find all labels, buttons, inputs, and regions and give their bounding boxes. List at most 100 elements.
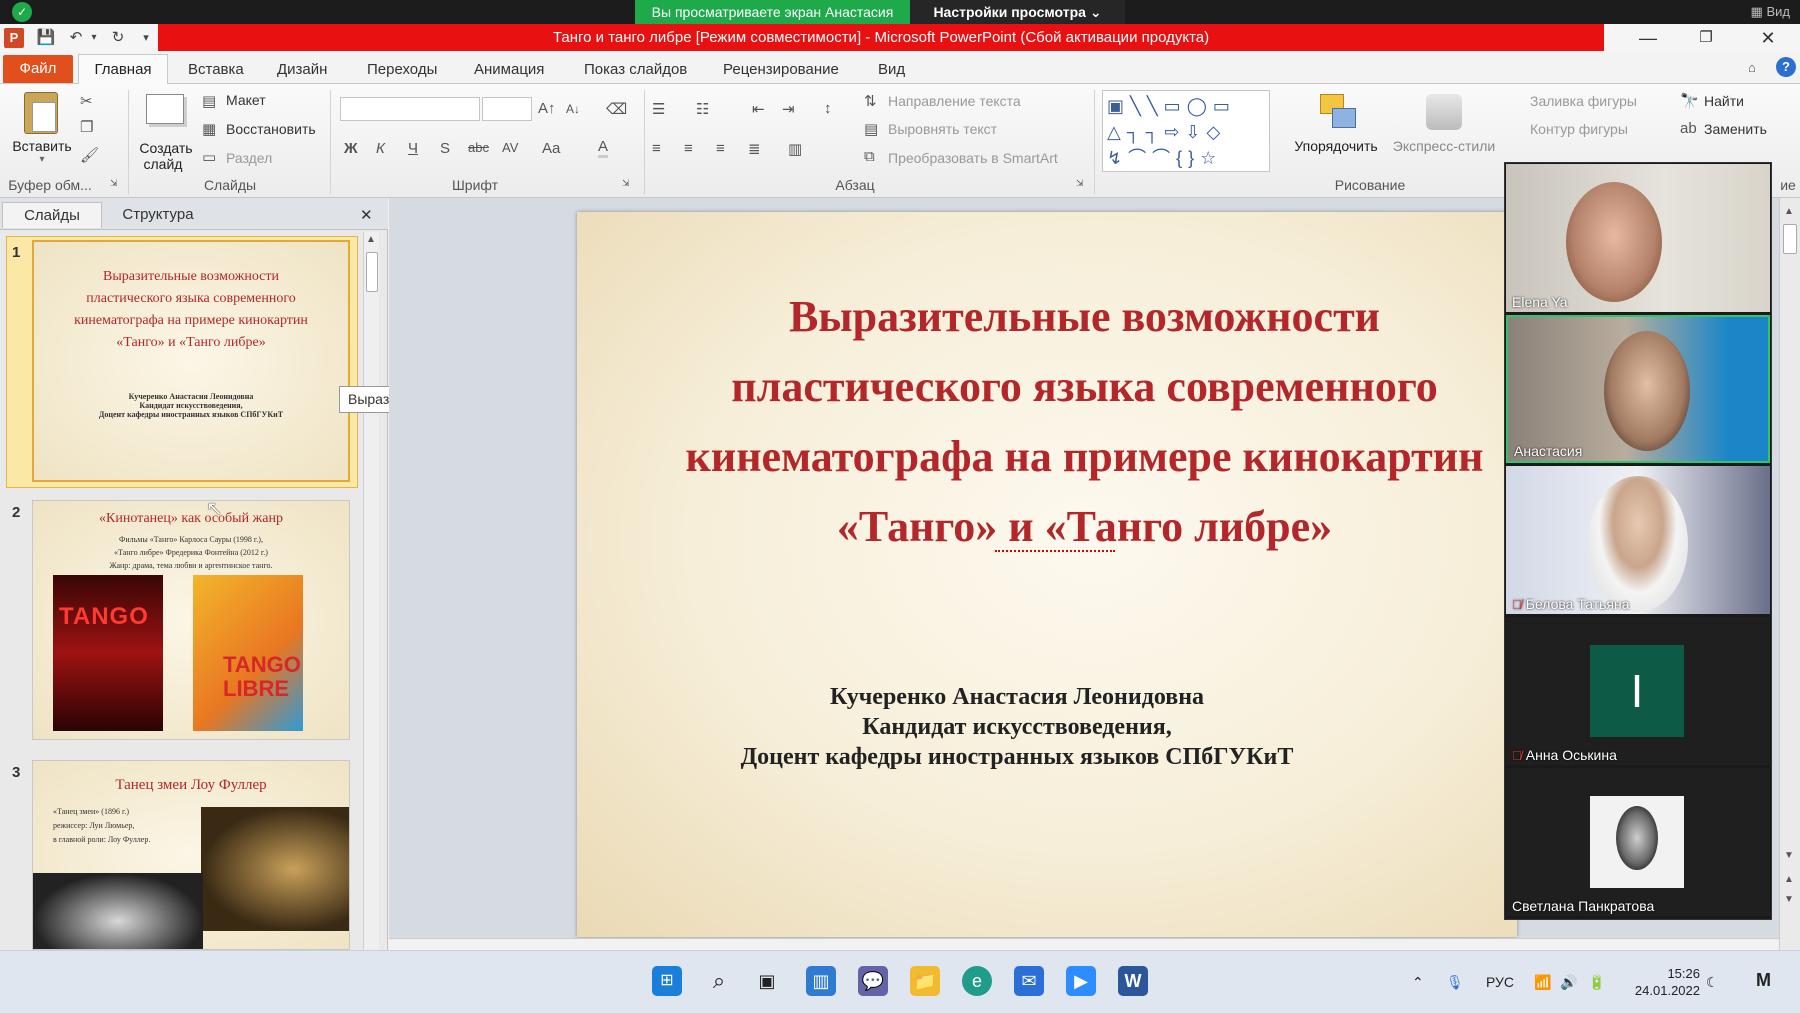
new-slide-button[interactable]: Создать слайд — [134, 88, 198, 174]
close-icon[interactable]: ✕ — [1748, 26, 1788, 50]
undo-icon[interactable]: ↶ — [66, 28, 86, 48]
font-name-combo[interactable] — [340, 97, 480, 121]
view-options-button[interactable]: Настройки просмотра ⌄ — [910, 0, 1125, 24]
strikethrough-button[interactable]: abc — [468, 140, 489, 155]
slide-thumbnail-3[interactable]: Танец змеи Лоу Фуллер «Танец змеи» (1896… — [32, 760, 350, 950]
decrease-indent-icon[interactable]: ⇤ — [752, 100, 765, 118]
volume-icon[interactable]: 🔊 — [1560, 974, 1577, 991]
grow-font-icon[interactable]: A↑ — [538, 100, 556, 117]
increase-indent-icon[interactable]: ⇥ — [782, 100, 795, 118]
bullets-icon[interactable]: ☰ — [652, 100, 665, 118]
participant-tile[interactable]: 🎙̸ Белова Татьяна — [1506, 466, 1770, 614]
change-case-button[interactable]: Aa — [542, 140, 560, 157]
shrink-font-icon[interactable]: A↓ — [566, 102, 580, 116]
scroll-up-icon[interactable]: ▲ — [1784, 206, 1794, 217]
tab-insert[interactable]: Вставка — [188, 58, 244, 82]
editor-vertical-scrollbar[interactable]: ▲ ▼ ▲ ▼ — [1779, 198, 1800, 950]
wifi-icon[interactable]: 📶 — [1534, 974, 1551, 991]
copy-icon[interactable]: ❐ — [80, 118, 93, 136]
zoom-view-button[interactable]: ▦ Вид — [1751, 2, 1790, 22]
pane-close-icon[interactable]: ✕ — [360, 206, 373, 224]
align-left-icon[interactable]: ≡ — [652, 140, 661, 157]
slide-canvas[interactable]: Выразительные возможности пластического … — [577, 212, 1517, 937]
tab-file[interactable]: Файл — [3, 55, 73, 83]
tab-design[interactable]: Дизайн — [277, 58, 327, 82]
slide-thumbnail-2[interactable]: «Кинотанец» как особый жанр Фильмы «Танг… — [32, 500, 350, 740]
word-icon[interactable]: W — [1118, 966, 1148, 996]
participant-tile[interactable]: Светлана Панкратова — [1506, 768, 1770, 916]
customize-quick-access-icon[interactable]: ▾ — [136, 28, 156, 48]
format-painter-icon[interactable]: 🖌 — [80, 146, 99, 164]
input-language[interactable]: РУС — [1486, 974, 1514, 990]
align-text-button[interactable]: Выровнять текст — [888, 121, 997, 137]
tab-transitions[interactable]: Переходы — [367, 58, 437, 82]
restore-icon[interactable]: ❐ — [1686, 26, 1726, 50]
quick-styles-button[interactable]: Экспресс-стили — [1386, 88, 1502, 174]
dialog-launcher-icon[interactable]: ⇲ — [110, 178, 118, 189]
scroll-up-icon[interactable]: ▲ — [366, 234, 376, 245]
slide-author-block[interactable]: Кучеренко Анастасия Леонидовна Кандидат … — [667, 682, 1367, 772]
help-icon[interactable]: ? — [1776, 57, 1796, 77]
line-spacing-icon[interactable]: ↕ — [824, 100, 832, 117]
scroll-thumb[interactable] — [1783, 224, 1797, 254]
undo-dropdown-icon[interactable]: ▾ — [84, 28, 104, 48]
smartart-button[interactable]: Преобразовать в SmartArt — [888, 150, 1058, 166]
clock[interactable]: 15:26 24.01.2022 — [1620, 965, 1700, 999]
participant-tile[interactable]: I 🎙̸ Анна Оськина — [1506, 617, 1770, 765]
shape-outline-button[interactable]: Контур фигуры — [1530, 121, 1628, 137]
tab-outline[interactable]: Структура — [106, 202, 210, 228]
find-button[interactable]: Найти — [1704, 93, 1744, 109]
dialog-launcher-icon[interactable]: ⇲ — [1076, 178, 1084, 189]
tab-animation[interactable]: Анимация — [474, 58, 544, 82]
battery-icon[interactable]: 🔋 — [1588, 974, 1605, 991]
zoom-icon[interactable]: ▶ — [1066, 966, 1096, 996]
reset-button[interactable]: Восстановить — [226, 121, 316, 137]
layout-button[interactable]: Макет — [226, 92, 266, 108]
columns-icon[interactable]: ▥ — [788, 140, 802, 158]
minimize-icon[interactable]: — — [1628, 26, 1668, 50]
minimize-ribbon-icon[interactable]: ⌂ — [1748, 60, 1756, 75]
pane-scrollbar[interactable]: ▲ — [363, 232, 379, 950]
numbering-icon[interactable]: ☷ — [696, 100, 709, 118]
shape-fill-button[interactable]: Заливка фигуры — [1530, 93, 1637, 109]
tab-review[interactable]: Рецензирование — [723, 58, 839, 82]
cut-icon[interactable]: ✂ — [80, 92, 93, 110]
justify-icon[interactable]: ≣ — [748, 140, 761, 158]
font-size-combo[interactable] — [482, 97, 532, 121]
microphone-icon[interactable]: 🎙 — [1446, 974, 1464, 991]
scroll-thumb[interactable] — [366, 252, 378, 292]
shapes-gallery[interactable]: ▣╲╲▭◯▭ △┐┐⇨⇩◇ ↯⌒⌒{}☆ — [1102, 90, 1270, 172]
section-button[interactable]: Раздел — [226, 150, 272, 166]
start-icon[interactable]: ⊞ — [652, 966, 682, 996]
next-slide-icon[interactable]: ▼ — [1784, 894, 1794, 905]
file-explorer-icon[interactable]: 📁 — [910, 966, 940, 996]
underline-button[interactable]: Ч — [408, 140, 418, 157]
redo-icon[interactable]: ↻ — [108, 28, 128, 48]
clear-formatting-icon[interactable]: ⌫ — [606, 100, 627, 118]
focus-assist-icon[interactable]: ☾ — [1706, 974, 1719, 991]
tab-home[interactable]: Главная — [78, 54, 168, 85]
search-icon[interactable]: ⌕ — [704, 966, 734, 996]
editor-horizontal-scrollbar[interactable] — [389, 938, 1779, 950]
char-spacing-button[interactable]: AV — [502, 140, 518, 155]
scroll-down-icon[interactable]: ▼ — [1784, 850, 1794, 861]
task-view-icon[interactable]: ▣ — [752, 966, 782, 996]
paste-button[interactable]: Вставить ▾ — [10, 88, 74, 170]
mail-icon[interactable]: ✉ — [1014, 966, 1044, 996]
notifications-icon[interactable]: M — [1756, 970, 1771, 991]
tab-view[interactable]: Вид — [878, 58, 905, 82]
align-center-icon[interactable]: ≡ — [684, 140, 693, 157]
participant-tile[interactable]: Анастасия — [1506, 315, 1770, 463]
tab-slideshow[interactable]: Показ слайдов — [584, 58, 687, 82]
arrange-button[interactable]: Упорядочить — [1288, 88, 1384, 174]
widgets-icon[interactable]: ▥ — [806, 966, 836, 996]
prev-slide-icon[interactable]: ▲ — [1784, 874, 1794, 885]
text-direction-button[interactable]: Направление текста — [888, 93, 1021, 109]
edge-icon[interactable]: e — [962, 966, 992, 996]
font-color-button[interactable]: A — [598, 138, 609, 158]
align-right-icon[interactable]: ≡ — [716, 140, 725, 157]
italic-button[interactable]: К — [376, 140, 385, 157]
replace-button[interactable]: Заменить — [1704, 121, 1767, 137]
shadow-button[interactable]: S — [440, 140, 450, 157]
slide-title[interactable]: Выразительные возможности пластического … — [577, 282, 1517, 562]
